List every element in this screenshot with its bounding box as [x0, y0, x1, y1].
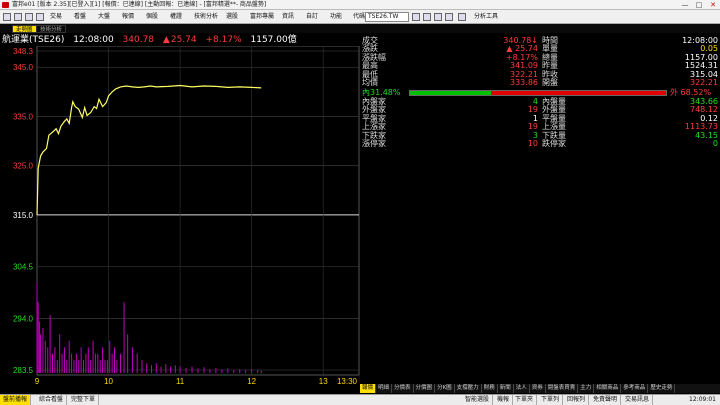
tab-detail-1[interactable]: 明細: [376, 384, 393, 393]
tab-detail-6[interactable]: 財務: [482, 384, 498, 393]
total-volume: 1157.00億: [250, 35, 297, 45]
y-tick-label: 325.0: [13, 162, 34, 171]
tab-detail-4[interactable]: 分K圖: [435, 384, 455, 393]
search-icon[interactable]: [412, 13, 420, 21]
grid-icon[interactable]: [434, 13, 442, 21]
y-tick-label: 345.0: [13, 63, 34, 72]
cursor-icon[interactable]: [458, 13, 466, 21]
tab-detail-14[interactable]: 歷史走勢: [648, 384, 676, 393]
window-controls: — □ ✕: [678, 0, 720, 10]
chart-header: 航運業(TSE26) 12:08:00 340.78 ▲25.74 +8.17%…: [2, 34, 303, 46]
status-report-bar[interactable]: 回報列: [564, 395, 590, 405]
y-tick-label: 348.3: [13, 47, 34, 56]
tab-detail-0[interactable]: 報價: [360, 384, 377, 393]
chart-icon[interactable]: [423, 13, 431, 21]
menu-info[interactable]: 資訊: [282, 10, 294, 24]
minimize-button[interactable]: —: [678, 0, 692, 10]
status-trade-msg[interactable]: 交易訊息: [622, 395, 654, 405]
menu-market[interactable]: 大盤: [98, 10, 110, 24]
status-bar: 盤前播報 綜合看盤 完整下單 智能選股 機報 下單夾 下單列 回報列 免責聲明 …: [0, 394, 720, 405]
tab-detail-13[interactable]: 參考商品: [621, 384, 649, 393]
status-order[interactable]: 完整下單: [68, 395, 100, 405]
x-tick-label: 13: [319, 377, 328, 384]
y-tick-label: 283.5: [13, 366, 34, 375]
price-line: [36, 84, 262, 215]
menu-custom[interactable]: 自訂: [306, 10, 318, 24]
window-title: 富邦e01 [版本 2.35][已登入][1] [報價：已連線] [主動回報：已…: [12, 1, 267, 8]
quote-row-right-value: 322.21: [690, 78, 718, 87]
menu-screener[interactable]: 選股: [226, 10, 238, 24]
plot-frame: [36, 46, 360, 376]
tab-detail-9[interactable]: 資券: [530, 384, 546, 393]
intraday-chart[interactable]: 348.3 345.0 335.0 325.0 315.0 304.5 294.0 283.5…: [0, 46, 360, 384]
menu-technical[interactable]: 技術分析: [194, 10, 218, 24]
tab-detail-7[interactable]: 新聞: [498, 384, 514, 393]
status-disclaimer[interactable]: 免責聲明: [590, 395, 622, 405]
symbol-input[interactable]: TSE26.TW: [365, 12, 409, 22]
status-report[interactable]: 機報: [494, 395, 514, 405]
status-clock: 12:09:01: [689, 396, 716, 403]
y-tick-label: 335.0: [13, 112, 34, 121]
tab-detail-10[interactable]: 閱盤表買賣: [546, 384, 579, 393]
status-smart-screen[interactable]: 智能選股: [462, 395, 494, 405]
quote-row-right: 開盤 322.21: [360, 78, 720, 87]
status-overview[interactable]: 綜合看盤: [36, 395, 68, 405]
tab-detail-8[interactable]: 法人: [514, 384, 530, 393]
x-tick-label: 12: [247, 377, 256, 384]
quote-time: 12:08:00: [73, 35, 114, 45]
x-tick-label: 9: [35, 377, 40, 384]
save-icon[interactable]: [14, 13, 22, 21]
print-icon[interactable]: [25, 13, 33, 21]
status-order-bar[interactable]: 下單列: [538, 395, 564, 405]
out-ratio-fill: [490, 91, 666, 95]
quote-row-right-label: 開盤: [542, 78, 558, 87]
menu-stock[interactable]: 個股: [146, 10, 158, 24]
status-order-folder[interactable]: 下單夾: [512, 395, 538, 405]
price-change: 25.74: [170, 35, 197, 45]
in-ratio-fill: [410, 91, 491, 95]
menu-analysis-tools[interactable]: 分析工具: [474, 10, 498, 24]
y-tick-label: 315.0: [13, 211, 34, 220]
app-icon: [2, 2, 9, 8]
y-tick-label: 304.5: [13, 263, 34, 272]
last-price: 340.78: [122, 35, 155, 45]
menu-function[interactable]: 功能: [330, 10, 342, 24]
in-ratio-label: 內31.48%: [362, 88, 401, 97]
window-icon[interactable]: [445, 13, 453, 21]
tab-intraday[interactable]: 走勢圖: [12, 25, 37, 33]
x-tick-label: 10: [104, 377, 113, 384]
menu-trade[interactable]: 交易: [50, 10, 62, 24]
menu-fubon[interactable]: 富邦專屬: [250, 10, 274, 24]
tab-detail-3[interactable]: 分價圖: [414, 384, 436, 393]
out-ratio-label: 外 68.52%: [670, 88, 712, 97]
detail-tabs: 報價 明細 分價表 分價圖 分K圖 支撐壓力 財務 新聞 法人 資券 閱盤表買賣 主力 相關商品 參考商品…: [360, 384, 720, 393]
menu-warrant[interactable]: 權證: [170, 10, 182, 24]
menu-watch[interactable]: 看盤: [74, 10, 86, 24]
title-bar: 富邦e01 [版本 2.35][已登入][1] [報價：已連線] [主動回報：已…: [0, 0, 720, 10]
y-tick-label: 294.0: [13, 314, 34, 323]
home-icon[interactable]: [3, 13, 11, 21]
x-tick-label: 11: [176, 377, 185, 384]
maximize-button[interactable]: □: [692, 0, 706, 10]
tab-detail-5[interactable]: 支撐壓力: [455, 384, 482, 393]
menu-quote[interactable]: 報價: [122, 10, 134, 24]
tab-detail-2[interactable]: 分價表: [392, 384, 414, 393]
tab-detail-11[interactable]: 主力: [578, 384, 595, 393]
main-toolbar: 交易 看盤 大盤 報價 個股 權證 技術分析 選股 富邦專屬 資訊 自訂 功能 …: [0, 10, 720, 24]
tab-technical[interactable]: 技術分析: [36, 25, 67, 33]
view-tabs: 走勢圖 技術分析: [0, 24, 720, 33]
in-out-ratio-bar: [409, 90, 667, 96]
close-button[interactable]: ✕: [706, 0, 720, 10]
status-premarket[interactable]: 盤前播報: [0, 395, 32, 405]
settings-icon[interactable]: [36, 13, 44, 21]
quote-row-right2-label: 跌停家: [542, 139, 566, 148]
x-tick-label: 13:30: [337, 377, 358, 384]
tab-detail-12[interactable]: 相關商品: [594, 384, 622, 393]
price-change-pct: +8.17%: [205, 35, 242, 45]
quote-row-right2: 跌停家 0: [360, 139, 720, 148]
symbol-name: 航運業(TSE26): [2, 35, 65, 45]
up-arrow-icon: ▲: [162, 35, 170, 45]
quote-row-right2-value: 0: [712, 139, 718, 148]
symbol-label: 代碼: [353, 13, 366, 20]
